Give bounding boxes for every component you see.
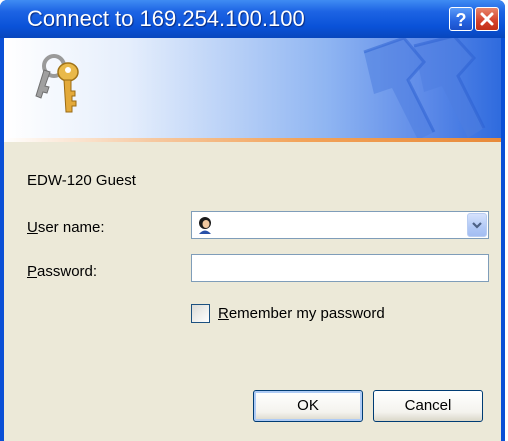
- realm-text: EDW-120 Guest: [27, 172, 136, 189]
- user-name-label: User name:: [27, 219, 105, 236]
- remember-password-label[interactable]: Remember my password: [218, 304, 385, 323]
- window-title: Connect to 169.254.100.100: [27, 6, 305, 31]
- keys-icon: [35, 54, 79, 113]
- cancel-button[interactable]: Cancel: [373, 390, 483, 422]
- login-dialog: Connect to 169.254.100.100 ? EDW-120 Gue…: [0, 0, 505, 441]
- help-button[interactable]: ?: [449, 7, 473, 31]
- chevron-down-icon: [472, 222, 482, 229]
- user-avatar-icon: [199, 217, 211, 234]
- large-keys-watermark-icon: [363, 38, 486, 138]
- banner-stripe: [4, 138, 501, 142]
- password-field[interactable]: [191, 254, 489, 282]
- help-icon: ?: [456, 10, 467, 30]
- banner: [4, 38, 501, 138]
- remember-password-checkbox[interactable]: [191, 304, 210, 323]
- close-icon: [480, 12, 494, 26]
- title-bar[interactable]: Connect to 169.254.100.100 ?: [0, 0, 505, 38]
- user-name-combobox[interactable]: [191, 211, 489, 239]
- close-button[interactable]: [475, 7, 499, 31]
- password-label: Password:: [27, 263, 98, 280]
- user-name-dropdown-button[interactable]: [467, 213, 487, 237]
- svg-text:?: ?: [456, 10, 467, 30]
- ok-button[interactable]: OK: [253, 390, 363, 422]
- dialog-client-area: EDW-120 Guest User name: Password: Remem…: [4, 38, 501, 441]
